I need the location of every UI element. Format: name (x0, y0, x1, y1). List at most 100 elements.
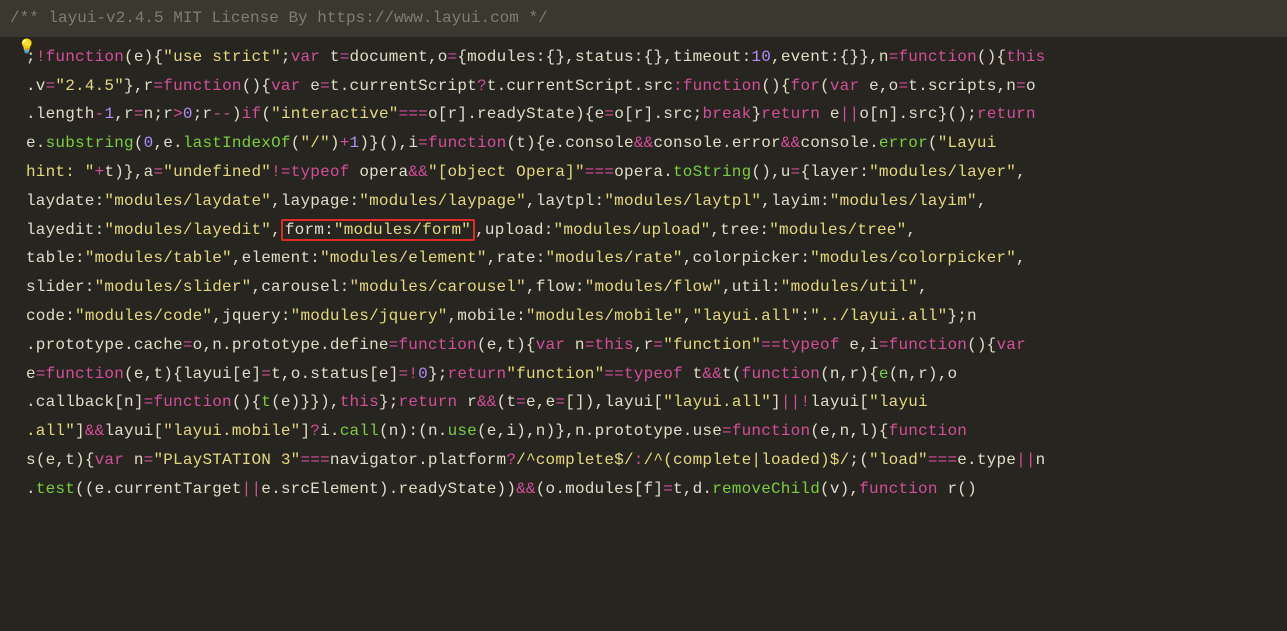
code-token: ,layim: (761, 192, 830, 210)
code-token: = (134, 105, 144, 123)
code-token: e.srcElement).readyState)) (261, 480, 516, 498)
code-token: "modules/carousel" (349, 278, 525, 296)
code-token: break (702, 105, 751, 123)
code-token: , (918, 278, 928, 296)
code-token: ,flow: (526, 278, 585, 296)
code-token: ; (281, 48, 291, 66)
code-token: != (271, 163, 291, 181)
code-token: ( (291, 134, 301, 152)
code-token: "interactive" (271, 105, 398, 123)
code-token: = (448, 48, 458, 66)
code-token: function (428, 134, 506, 152)
code-token: = (653, 336, 663, 354)
code-token: }; (379, 393, 399, 411)
code-token: var (291, 48, 320, 66)
code-token: ] (300, 422, 310, 440)
code-token: navigator.platform (330, 451, 506, 469)
code-token: "modules/form" (334, 221, 471, 239)
code-token: (){ (232, 393, 261, 411)
code-token: code: (26, 307, 75, 325)
code-token: function (153, 393, 231, 411)
code-token: () (957, 480, 977, 498)
code-token: && (477, 393, 497, 411)
code-token: {layer: (800, 163, 869, 181)
code-editor[interactable]: /** layui-v2.4.5 MIT License By https://… (0, 0, 1287, 631)
code-token: n;r (144, 105, 173, 123)
code-token: return (977, 105, 1036, 123)
code-token: ? (310, 422, 320, 440)
code-token: }; (428, 365, 448, 383)
code-token: "modules/layer" (869, 163, 1016, 181)
code-token: || (1016, 451, 1036, 469)
code-token: var (996, 336, 1025, 354)
code-token: "layui (869, 393, 928, 411)
code-token: e,e (526, 393, 555, 411)
code-token: layui[ (104, 422, 163, 440)
code-token: ,element: (232, 249, 320, 267)
code-token: function (889, 336, 967, 354)
code-token: 1 (104, 105, 114, 123)
code-token: = (36, 365, 46, 383)
code-token: , (271, 221, 281, 239)
code-token: n (565, 336, 585, 354)
code-token: t.currentScript.src (487, 77, 673, 95)
code-token: ( (134, 134, 144, 152)
code-token: document,o (350, 48, 448, 66)
file-header-comment: /** layui-v2.4.5 MIT License By https://… (0, 0, 1287, 37)
code-token: = (722, 422, 732, 440)
code-token: opera. (614, 163, 673, 181)
code-token: e.type (957, 451, 1016, 469)
code-token: (e)}}), (271, 393, 340, 411)
code-token: ;( (849, 451, 869, 469)
code-token: (v), (820, 480, 859, 498)
code-token: e. (26, 134, 46, 152)
code-token: (e,n,l){ (810, 422, 888, 440)
code-token: , (906, 221, 916, 239)
code-token: function (889, 422, 967, 440)
code-token: , (1016, 249, 1026, 267)
lightbulb-icon[interactable]: 💡 (18, 36, 35, 61)
code-token: "modules/upload" (554, 221, 711, 239)
code-token: = (898, 77, 908, 95)
code-token: ( (928, 134, 938, 152)
code-token: ! (36, 48, 46, 66)
code-token: = (555, 393, 565, 411)
code-token: (e,t){ (477, 336, 536, 354)
code-token: === (300, 451, 329, 469)
code-token: = (261, 365, 271, 383)
code-token: 10 (751, 48, 771, 66)
code-token: opera (350, 163, 409, 181)
code-token: , (1016, 163, 1026, 181)
code-token: "modules/layim" (830, 192, 977, 210)
code-token: ? (506, 451, 516, 469)
code-token: ,event:{}},n (771, 48, 889, 66)
code-token: e (26, 365, 36, 383)
code-token: =! (399, 365, 419, 383)
code-token: ((e.currentTarget (75, 480, 242, 498)
code-token: "modules/laydate" (104, 192, 271, 210)
code-token: n (124, 451, 144, 469)
code-token: removeChild (712, 480, 820, 498)
code-token: ,carousel: (251, 278, 349, 296)
code-token: substring (46, 134, 134, 152)
code-token: = (153, 163, 163, 181)
code-token: ||! (781, 393, 810, 411)
code-token: layui[ (810, 393, 869, 411)
code-token: function (683, 77, 761, 95)
source-code[interactable]: ;!function(e){"use strict";var t=documen… (0, 37, 1287, 510)
code-token: this (1006, 48, 1045, 66)
code-token: 1 (350, 134, 360, 152)
code-token: (){ (761, 77, 790, 95)
code-token: test (36, 480, 75, 498)
code-token: slider: (26, 278, 95, 296)
code-token: - (95, 105, 105, 123)
code-token: , (977, 192, 987, 210)
code-token: o[n].src}(); (859, 105, 977, 123)
code-token: && (516, 480, 536, 498)
code-token: .callback[n] (26, 393, 144, 411)
code-token: = (340, 48, 350, 66)
code-token: this (595, 336, 634, 354)
code-token: "function" (506, 365, 604, 383)
code-token: /^complete$/ (516, 451, 634, 469)
code-token: t (320, 48, 340, 66)
